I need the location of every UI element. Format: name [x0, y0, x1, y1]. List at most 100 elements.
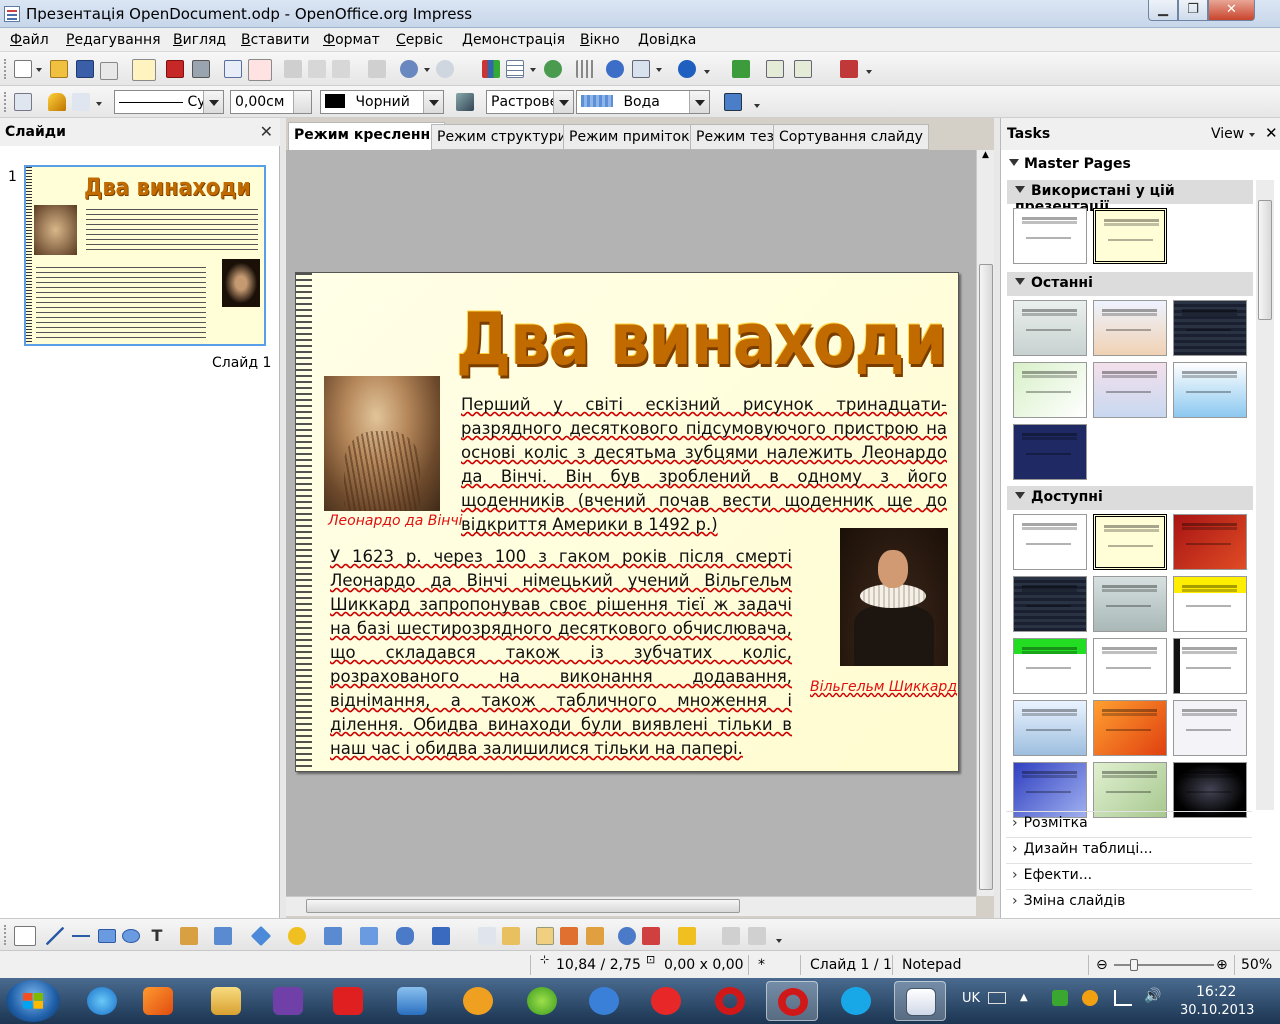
- impress-app-icon[interactable]: [4, 6, 20, 22]
- tab-notes-view[interactable]: Режим приміток: [563, 124, 696, 150]
- master-page-thumb[interactable]: [1013, 700, 1087, 756]
- menu-tools[interactable]: Сервіс: [396, 32, 443, 48]
- taskbar-skype[interactable]: [830, 981, 882, 1021]
- taskbar-icq[interactable]: [516, 981, 568, 1021]
- taskbar-media-player[interactable]: [132, 981, 184, 1021]
- slide-title[interactable]: Два винаходи: [456, 289, 947, 399]
- minimize-button[interactable]: ▁: [1148, 0, 1178, 21]
- open-folder-icon[interactable]: [50, 60, 68, 78]
- scrollbar-thumb[interactable]: [979, 264, 993, 890]
- navigator-icon[interactable]: [544, 60, 562, 78]
- zoom-slider[interactable]: [1114, 959, 1214, 971]
- toolbar-grip[interactable]: [4, 925, 7, 945]
- tab-handout-view[interactable]: Режим тез: [690, 124, 780, 150]
- master-page-thumb[interactable]: [1173, 700, 1247, 756]
- zoom-in-icon[interactable]: ⊕: [1216, 957, 1228, 973]
- new-slide-icon[interactable]: [732, 60, 750, 78]
- modified-indicator[interactable]: *: [758, 957, 765, 973]
- scroll-up-icon[interactable]: ▲: [977, 150, 994, 166]
- master-page-thumb[interactable]: [1013, 576, 1087, 632]
- rotate-icon[interactable]: [618, 927, 636, 945]
- master-page-thumb[interactable]: [1013, 424, 1087, 480]
- section-available-header[interactable]: Доступні: [1007, 486, 1253, 510]
- clock-time[interactable]: 16:22: [1196, 984, 1236, 1000]
- arrow-line-icon[interactable]: [72, 927, 90, 945]
- master-page-thumb[interactable]: [1173, 514, 1247, 570]
- menu-insert[interactable]: Вставити: [241, 32, 310, 48]
- task-link-slide-transition[interactable]: Зміна слайдів: [1006, 889, 1252, 913]
- slide-show-icon[interactable]: [840, 60, 858, 78]
- taskbar-opera-active[interactable]: [766, 981, 818, 1021]
- line-properties-icon[interactable]: [48, 93, 66, 111]
- slide[interactable]: Два винаходи Леонардо да Вінчі Перший у …: [295, 272, 959, 772]
- menu-slideshow[interactable]: Демонстрація: [462, 32, 565, 48]
- chevron-down-icon[interactable]: [423, 91, 443, 113]
- close-icon[interactable]: ✕: [260, 122, 273, 141]
- volume-icon[interactable]: 🔊: [1144, 988, 1161, 1004]
- fontwork-icon[interactable]: [536, 927, 554, 945]
- undo-icon[interactable]: [400, 60, 418, 78]
- alignment-icon[interactable]: [642, 927, 660, 945]
- master-page-thumb[interactable]: [1013, 300, 1087, 356]
- arrow-style-icon[interactable]: [72, 93, 90, 111]
- line-tool-icon[interactable]: [46, 927, 64, 945]
- toolbar-grip[interactable]: [4, 92, 7, 112]
- connector-icon[interactable]: [214, 927, 232, 945]
- save-icon[interactable]: [76, 60, 94, 78]
- chevron-down-icon[interactable]: [424, 68, 430, 72]
- chevron-down-icon[interactable]: [776, 939, 782, 943]
- grid-icon[interactable]: [576, 60, 594, 78]
- slide-design-icon[interactable]: [794, 60, 812, 78]
- email-icon[interactable]: [100, 62, 118, 80]
- auto-spellcheck-icon[interactable]: [248, 59, 272, 81]
- schickard-caption[interactable]: Вільгельм Шиккард: [810, 679, 957, 695]
- slide-layout-icon[interactable]: [766, 60, 784, 78]
- line-style-select[interactable]: Су: [114, 90, 224, 114]
- chevron-down-icon[interactable]: [866, 70, 872, 74]
- master-page-thumb[interactable]: [1013, 762, 1087, 818]
- navigator-compass-icon[interactable]: [606, 60, 624, 78]
- task-link-effects[interactable]: Ефекти...: [1006, 863, 1252, 887]
- display-grid-icon[interactable]: [14, 93, 32, 111]
- horizontal-scrollbar[interactable]: [286, 896, 976, 916]
- chevron-down-icon[interactable]: [553, 91, 573, 113]
- stars-icon[interactable]: [432, 927, 450, 945]
- menu-help[interactable]: Довідка: [638, 32, 696, 48]
- vertical-scrollbar[interactable]: ▲: [976, 150, 994, 896]
- master-page-thumb[interactable]: [1013, 208, 1087, 264]
- master-page-thumb[interactable]: [1013, 514, 1087, 570]
- section-used-header[interactable]: Використані у цій презентації: [1007, 180, 1253, 215]
- tab-outline-view[interactable]: Режим структури: [431, 124, 573, 150]
- master-page-thumb-notepad[interactable]: [1093, 514, 1167, 570]
- master-page-thumb[interactable]: [1093, 300, 1167, 356]
- area-style-select[interactable]: Растрове: [486, 90, 574, 114]
- basic-shapes-icon[interactable]: [250, 925, 272, 947]
- line-width-stepper[interactable]: 0,00см: [230, 90, 312, 114]
- chevron-down-icon[interactable]: [754, 104, 760, 108]
- chevron-down-icon[interactable]: [203, 91, 223, 113]
- taskbar-openoffice-impress[interactable]: [894, 981, 946, 1021]
- paragraph-1[interactable]: Перший у світі ескізний рисунок тринадца…: [461, 393, 947, 537]
- close-window-button[interactable]: ✕: [1208, 0, 1255, 21]
- block-arrows-icon[interactable]: [324, 927, 342, 945]
- tab-drawing-view[interactable]: Режим креслення: [288, 122, 446, 151]
- master-page-thumb[interactable]: [1093, 762, 1167, 818]
- export-pdf-icon[interactable]: [166, 60, 184, 78]
- master-page-thumb[interactable]: [1173, 576, 1247, 632]
- tray-app-icon[interactable]: [1082, 990, 1098, 1006]
- new-document-icon[interactable]: [14, 60, 32, 78]
- master-page-thumb[interactable]: [1093, 576, 1167, 632]
- curve-icon[interactable]: [180, 927, 198, 945]
- arrange-icon[interactable]: [678, 927, 696, 945]
- tray-app-icon[interactable]: [1052, 990, 1068, 1006]
- select-arrow-icon[interactable]: [14, 926, 36, 946]
- points-icon[interactable]: [478, 927, 496, 945]
- leonardo-portrait-image[interactable]: [324, 376, 440, 511]
- taskbar-yandex[interactable]: [322, 981, 374, 1021]
- schickard-portrait-image[interactable]: [840, 528, 948, 666]
- tab-slide-sorter[interactable]: Сортування слайду: [773, 124, 929, 150]
- paragraph-2[interactable]: У 1623 р. через 100 з гаком років після …: [330, 545, 792, 761]
- area-fill-bucket-icon[interactable]: [456, 93, 474, 111]
- menu-format[interactable]: Формат: [323, 32, 380, 48]
- task-link-table-design[interactable]: Дизайн таблиці...: [1006, 837, 1252, 861]
